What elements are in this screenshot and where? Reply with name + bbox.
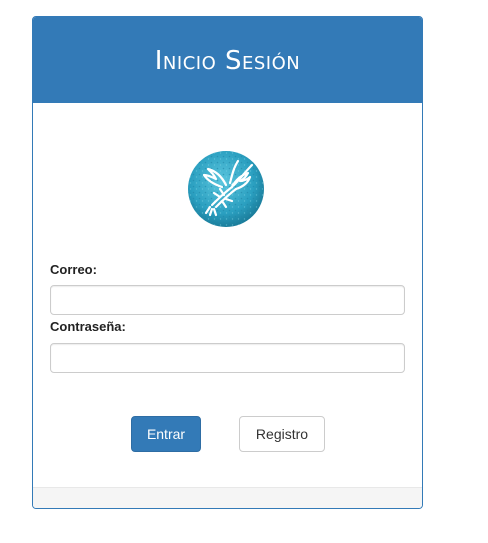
lobster-logo-icon [186,149,266,229]
email-label: Correo: [50,262,97,277]
login-panel: Inicio Sesión Correo: Contraseña: Entrar… [32,16,423,509]
panel-title: Inicio Sesión [154,46,301,76]
password-field[interactable] [50,343,405,373]
panel-header: Inicio Sesión [33,17,422,103]
login-button[interactable]: Entrar [131,416,201,452]
password-label: Contraseña: [50,319,126,334]
register-button[interactable]: Registro [239,416,325,452]
email-field[interactable] [50,285,405,315]
panel-footer [33,487,422,508]
